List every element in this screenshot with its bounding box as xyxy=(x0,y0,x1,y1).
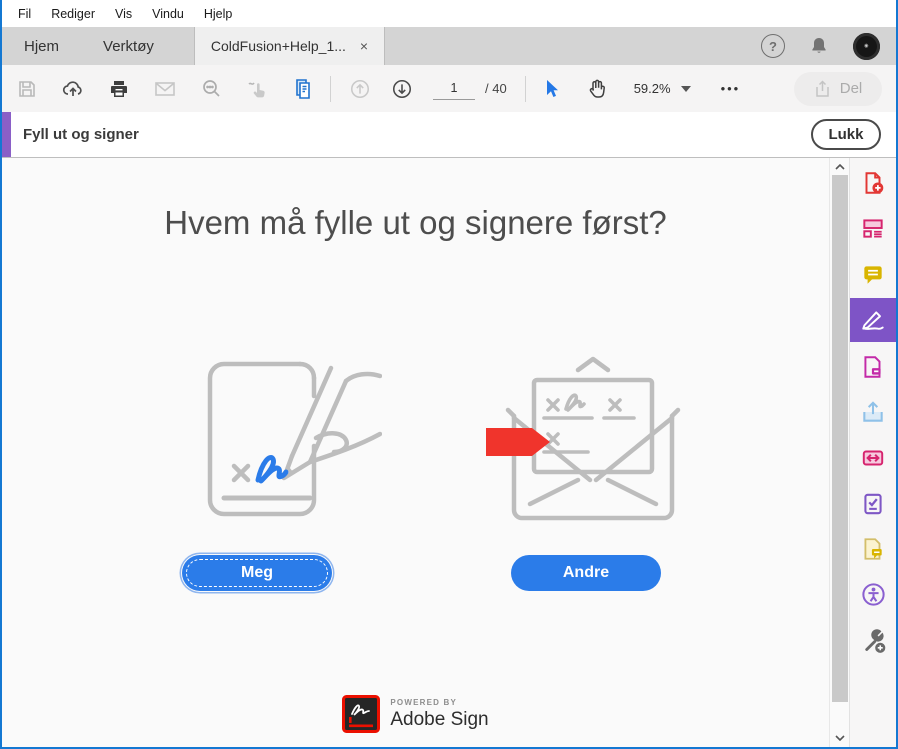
combine-files-icon[interactable] xyxy=(850,206,896,250)
close-fill-sign-button[interactable]: Lukk xyxy=(811,119,881,150)
purple-accent-strip xyxy=(2,112,11,157)
zoom-dropdown-caret-icon[interactable] xyxy=(679,78,693,100)
accessibility-icon[interactable] xyxy=(850,572,896,616)
email-icon[interactable] xyxy=(154,78,176,100)
share-icon xyxy=(815,79,829,97)
fill-sign-header: Fyll ut og signer Lukk xyxy=(2,112,896,158)
fill-sign-title: Fyll ut og signer xyxy=(23,126,139,143)
account-avatar[interactable]: ◉ xyxy=(853,32,880,60)
hand-tool-icon[interactable] xyxy=(586,78,608,100)
menu-vindu[interactable]: Vindu xyxy=(142,0,194,27)
sign-document-illustration xyxy=(192,354,382,526)
menu-fil[interactable]: Fil xyxy=(8,0,41,27)
save-icon[interactable] xyxy=(16,78,38,100)
share-button[interactable]: Del xyxy=(794,71,882,106)
add-tools-icon[interactable] xyxy=(850,618,896,662)
powered-by-label: POWERED BY xyxy=(390,697,458,707)
close-tab-icon[interactable]: × xyxy=(360,39,368,53)
fill-and-sign-icon[interactable] xyxy=(850,298,896,342)
page-number-input[interactable] xyxy=(433,77,475,100)
tabbar-right-group: ? ◉ xyxy=(761,27,896,65)
vertical-scrollbar[interactable] xyxy=(829,158,850,747)
menu-hjelp[interactable]: Hjelp xyxy=(194,0,243,27)
menu-bar: Fil Rediger Vis Vindu Hjelp xyxy=(2,0,896,27)
select-cursor-icon[interactable] xyxy=(540,78,562,100)
scroll-down-icon[interactable] xyxy=(830,731,850,745)
share-button-label: Del xyxy=(839,80,863,97)
page-title: Hvem må fylle ut og signere først? xyxy=(164,204,667,241)
notifications-bell-icon[interactable] xyxy=(809,36,829,56)
sign-me-button[interactable]: Meg xyxy=(182,555,332,591)
toolbar-separator xyxy=(330,75,331,102)
document-tab-label: ColdFusion+Help_1... xyxy=(210,38,346,54)
tools-sidebar xyxy=(849,158,896,747)
tab-bar: Hjem Verktøy ColdFusion+Help_1... × ? ◉ xyxy=(2,27,896,65)
tab-document[interactable]: ColdFusion+Help_1... × xyxy=(193,27,386,65)
tab-home[interactable]: Hjem xyxy=(2,27,81,65)
scroll-up-icon[interactable] xyxy=(830,160,850,174)
toolbar-separator xyxy=(524,75,526,102)
search-zoom-icon[interactable] xyxy=(200,78,222,100)
help-icon[interactable]: ? xyxy=(761,34,785,58)
request-comments-icon[interactable] xyxy=(850,527,896,571)
sign-others-button[interactable]: Andre xyxy=(511,555,661,591)
prepare-form-icon[interactable] xyxy=(850,482,896,526)
adobe-sign-logo-icon xyxy=(342,695,381,733)
more-tools-icon[interactable]: ••• xyxy=(721,81,741,96)
next-page-icon[interactable] xyxy=(391,78,413,100)
create-pdf-icon[interactable] xyxy=(850,161,896,205)
send-envelope-illustration xyxy=(486,352,700,530)
edit-pdf-icon[interactable] xyxy=(850,345,896,389)
page-thumbnails-icon[interactable] xyxy=(292,78,314,100)
main-area: Hvem må fylle ut og signere først? Meg A… xyxy=(2,158,896,747)
scrollbar-thumb[interactable] xyxy=(832,175,848,702)
print-icon[interactable] xyxy=(108,78,130,100)
sign-touch-icon[interactable] xyxy=(246,78,268,100)
comment-icon[interactable] xyxy=(850,252,896,296)
upload-cloud-icon[interactable] xyxy=(62,78,84,100)
compress-pdf-icon[interactable] xyxy=(850,436,896,480)
tab-tools[interactable]: Verktøy xyxy=(81,27,176,65)
zoom-level-value[interactable]: 59.2% xyxy=(634,81,671,96)
document-area: Hvem må fylle ut og signere først? Meg A… xyxy=(2,158,829,747)
page-total-label: / 40 xyxy=(485,81,507,96)
export-pdf-icon[interactable] xyxy=(850,390,896,434)
powered-by-block: POWERED BY Adobe Sign xyxy=(2,695,829,733)
adobe-sign-label: Adobe Sign xyxy=(390,708,489,730)
toolbar: / 40 59.2% ••• Del xyxy=(2,65,896,112)
previous-page-icon[interactable] xyxy=(349,78,371,100)
menu-rediger[interactable]: Rediger xyxy=(41,0,105,27)
menu-vis[interactable]: Vis xyxy=(105,0,142,27)
